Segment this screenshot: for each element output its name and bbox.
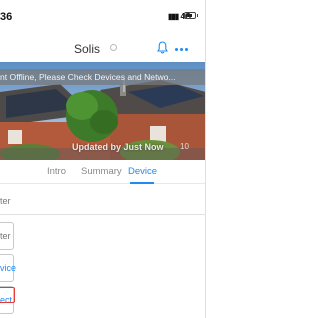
bell-icon[interactable] [157, 41, 168, 54]
divider [0, 214, 205, 215]
navigation-bar: Solis [0, 32, 205, 62]
battery-tip [197, 14, 198, 17]
photo-corner-label: 10 [180, 142, 189, 151]
tab-summary[interactable]: Summary [81, 166, 122, 177]
plant-photo: nt Offline, Please Check Devices and Net… [0, 62, 205, 160]
highlight-box [0, 287, 15, 303]
status-time: 36 [0, 11, 13, 23]
phone-screen: 36 ▮▮▮ 4G Solis nt Offline, Please Check… [0, 0, 206, 318]
device-card-2-label: vice [0, 263, 17, 273]
page-title: Solis [74, 42, 101, 56]
tab-bar: Intro Summary Device [0, 160, 205, 184]
tab-intro[interactable]: Intro [47, 166, 66, 177]
status-bar: 36 ▮▮▮ 4G [0, 0, 205, 32]
device-list-header: ter [0, 196, 11, 206]
updated-timestamp: Updated by Just Now [72, 142, 164, 152]
status-dot-icon [110, 44, 117, 51]
more-icon[interactable] [175, 48, 188, 51]
offline-warning-banner[interactable]: nt Offline, Please Check Devices and Net… [0, 69, 205, 85]
device-card-1-label: ter [0, 231, 11, 241]
tab-device[interactable]: Device [128, 166, 157, 177]
active-tab-indicator [130, 182, 154, 184]
battery-icon [184, 12, 196, 19]
